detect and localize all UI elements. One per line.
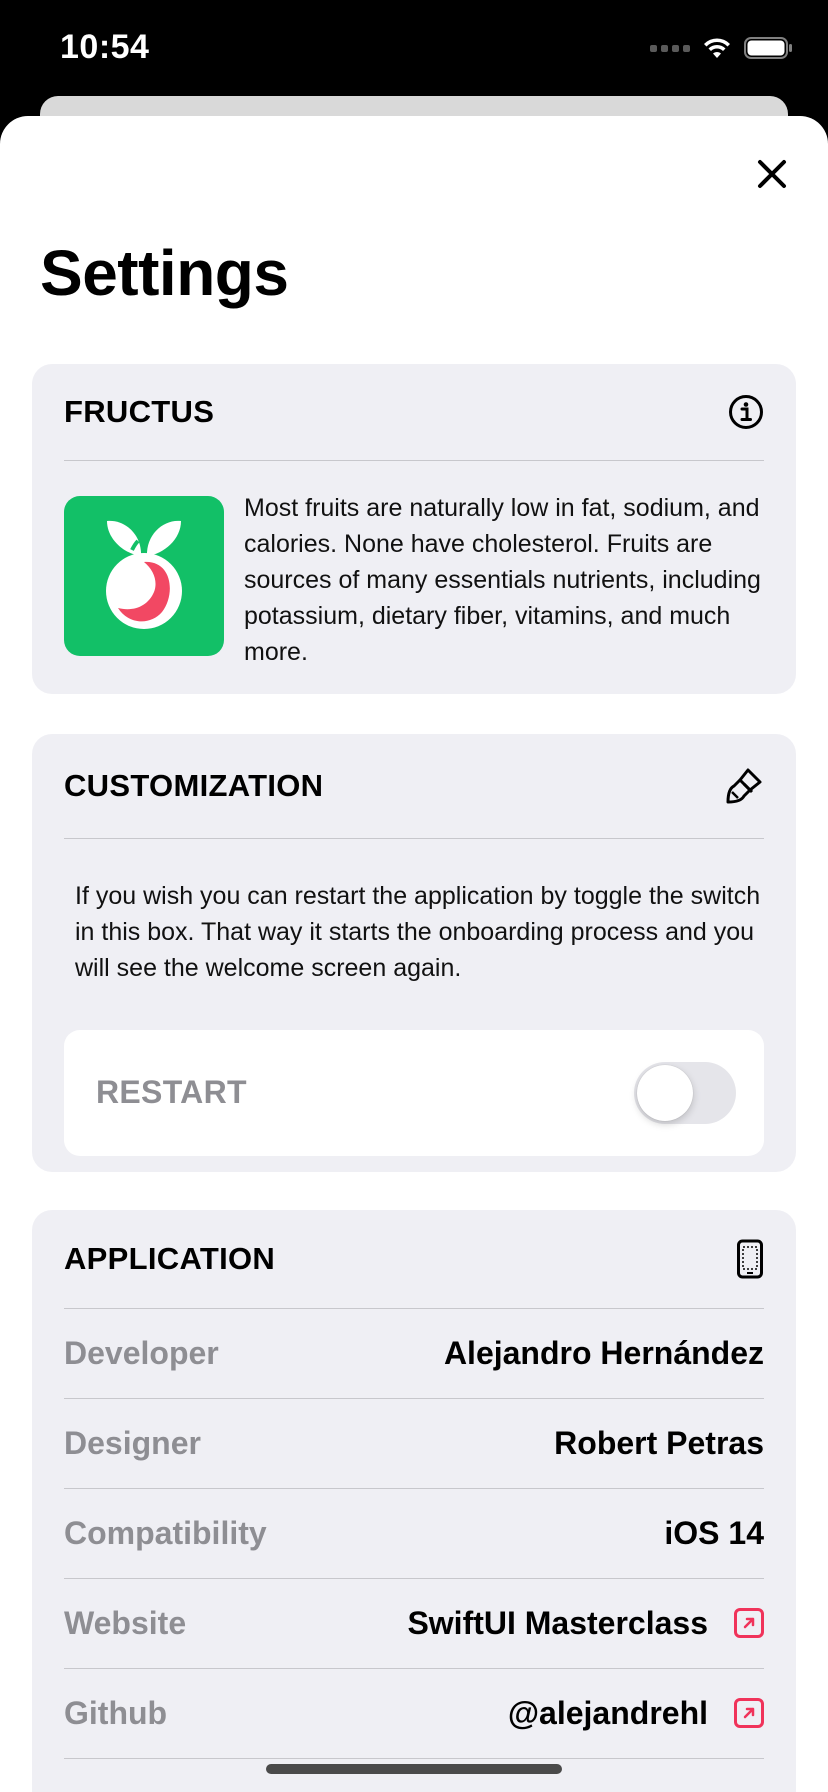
restart-box: RESTART bbox=[64, 1030, 764, 1156]
wifi-icon bbox=[704, 38, 730, 58]
app-logo bbox=[64, 496, 224, 656]
info-circle-icon bbox=[729, 395, 763, 429]
compatibility-label: Compatibility bbox=[64, 1514, 267, 1551]
fructus-card: FRUCTUS Most fruits are naturally low in… bbox=[32, 364, 796, 694]
website-link[interactable]: SwiftUI Masterclass bbox=[407, 1605, 764, 1642]
toggle-knob bbox=[637, 1065, 693, 1121]
close-icon bbox=[758, 160, 786, 188]
cellular-signal-icon bbox=[650, 44, 690, 52]
paintbrush-icon bbox=[726, 768, 762, 804]
customization-card: CUSTOMIZATION If you wish you can restar… bbox=[32, 734, 796, 1172]
page-title: Settings bbox=[40, 237, 289, 309]
fructus-description: Most fruits are naturally low in fat, so… bbox=[244, 494, 761, 666]
github-row[interactable]: Github @alejandrehl bbox=[64, 1668, 764, 1759]
website-row[interactable]: Website SwiftUI Masterclass bbox=[64, 1578, 764, 1669]
close-button[interactable] bbox=[752, 154, 792, 194]
developer-label: Developer bbox=[64, 1334, 219, 1371]
application-card: APPLICATION Developer Alejandro Hernánde… bbox=[32, 1210, 796, 1792]
fruit-logo-icon bbox=[106, 520, 182, 629]
status-time: 10:54 bbox=[60, 28, 150, 66]
customization-description: If you wish you can restart the applicat… bbox=[75, 882, 761, 982]
developer-value: Alejandro Hernández bbox=[443, 1334, 764, 1371]
arrow-up-right-square-icon[interactable] bbox=[734, 1608, 764, 1638]
application-header: APPLICATION bbox=[64, 1210, 764, 1309]
arrow-up-right-square-icon[interactable] bbox=[734, 1698, 764, 1728]
developer-row: Developer Alejandro Hernández bbox=[64, 1308, 764, 1399]
home-indicator[interactable] bbox=[266, 1764, 562, 1774]
compatibility-value: iOS 14 bbox=[664, 1514, 764, 1551]
battery-icon bbox=[744, 37, 792, 59]
designer-value: Robert Petras bbox=[554, 1424, 764, 1461]
status-bar: 10:54 bbox=[0, 0, 828, 100]
settings-sheet: Settings FRUCTUS Most fruits are natural… bbox=[0, 116, 828, 1792]
customization-title: CUSTOMIZATION bbox=[64, 768, 324, 803]
website-label: Website bbox=[64, 1604, 187, 1641]
designer-row: Designer Robert Petras bbox=[64, 1398, 764, 1489]
fructus-title: FRUCTUS bbox=[64, 394, 215, 429]
github-link[interactable]: @alejandrehl bbox=[508, 1695, 764, 1732]
customization-header: CUSTOMIZATION bbox=[64, 734, 764, 839]
github-label: Github bbox=[64, 1694, 168, 1731]
status-icons bbox=[650, 36, 794, 60]
compatibility-row: Compatibility iOS 14 bbox=[64, 1488, 764, 1579]
fructus-header: FRUCTUS bbox=[64, 364, 764, 461]
restart-label: RESTART bbox=[96, 1074, 247, 1110]
iphone-icon bbox=[737, 1239, 763, 1279]
application-title: APPLICATION bbox=[64, 1241, 276, 1276]
designer-label: Designer bbox=[64, 1424, 201, 1461]
restart-toggle[interactable] bbox=[634, 1062, 736, 1124]
